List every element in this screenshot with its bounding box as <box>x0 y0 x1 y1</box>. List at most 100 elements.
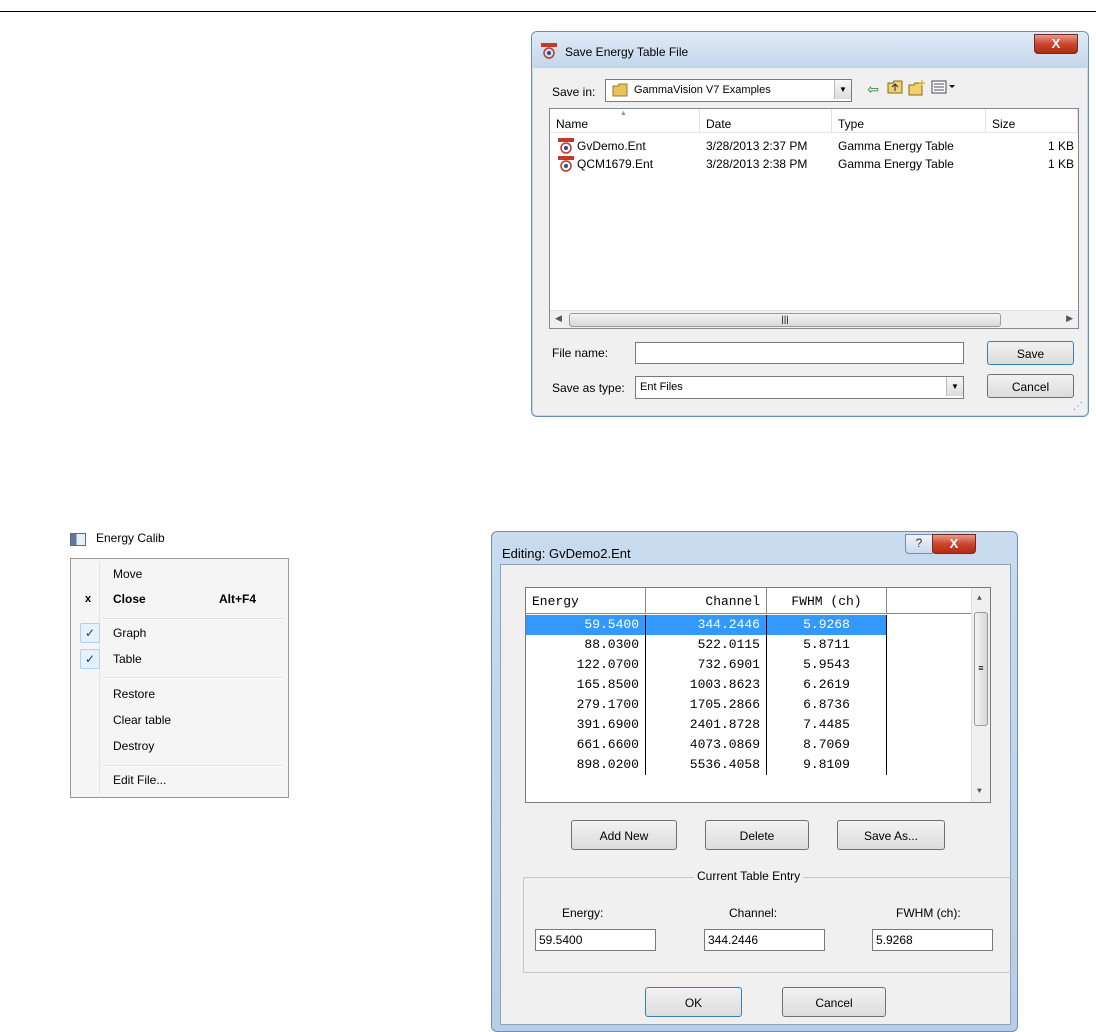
scroll-thumb[interactable]: ≡ <box>974 612 988 726</box>
save-energy-table-dialog: Save Energy Table File X Save in: GammaV… <box>531 31 1089 417</box>
menu-item-clear-table[interactable]: Clear table <box>113 713 171 727</box>
table-cell[interactable]: 122.0700 <box>526 655 646 675</box>
table-cell[interactable]: 279.1700 <box>526 695 646 715</box>
resize-grip-icon[interactable]: ⋰ <box>1073 401 1085 413</box>
close-shortcut: Alt+F4 <box>219 592 257 606</box>
edit-dialog-body: Energy Channel FWHM (ch) 59.5400 344.2446… <box>500 564 1013 1025</box>
save-dialog-close-button[interactable]: X <box>1034 34 1078 54</box>
table-cell[interactable]: 9.8109 <box>767 755 887 775</box>
chevron-down-icon[interactable]: ▼ <box>834 80 851 99</box>
table-cell[interactable]: 59.5400 <box>526 615 646 635</box>
table-cell[interactable]: 4073.0869 <box>646 735 767 755</box>
menu-item-restore[interactable]: Restore <box>113 687 155 701</box>
save-as-type-label: Save as type: <box>552 381 625 395</box>
grid-header-blank <box>887 588 973 614</box>
file-name: GvDemo.Ent <box>577 139 646 153</box>
table-cell[interactable]: 6.2619 <box>767 675 887 695</box>
delete-button[interactable]: Delete <box>705 820 809 850</box>
file-row[interactable]: QCM1679.Ent 3/28/2013 2:38 PM Gamma Ener… <box>550 155 1078 173</box>
add-new-button[interactable]: Add New <box>571 820 677 850</box>
file-type: Gamma Energy Table <box>838 157 954 171</box>
scroll-left-icon[interactable]: ◀ <box>555 313 562 324</box>
table-cell[interactable]: 6.8736 <box>767 695 887 715</box>
menu-separator <box>103 618 283 620</box>
table-cell[interactable]: 7.4485 <box>767 715 887 735</box>
ok-button[interactable]: OK <box>645 987 742 1017</box>
graph-check-icon: ✓ <box>80 623 100 643</box>
menu-item-close[interactable]: Close <box>113 592 146 606</box>
fwhm-input[interactable]: 5.9268 <box>872 929 993 951</box>
table-cell[interactable]: 522.0115 <box>646 635 767 655</box>
table-cell[interactable]: 1705.2866 <box>646 695 767 715</box>
current-table-entry-group: Current Table Entry Energy: Channel: FWH… <box>523 869 1013 973</box>
channel-label: Channel: <box>729 906 778 920</box>
table-cell[interactable]: 391.6900 <box>526 715 646 735</box>
edit-dialog-close-button[interactable]: X <box>932 534 976 554</box>
table-cell[interactable]: 1003.8623 <box>646 675 767 695</box>
menu-item-edit-file[interactable]: Edit File... <box>113 773 166 787</box>
file-list[interactable]: Name ▲ Date Type Size GvDemo.Ent 3/28/20… <box>549 108 1079 329</box>
scroll-right-icon[interactable]: ▶ <box>1066 313 1073 324</box>
scroll-down-icon[interactable]: ▼ <box>977 787 982 796</box>
table-cell[interactable]: 2401.8728 <box>646 715 767 735</box>
folder-icon <box>612 83 628 97</box>
new-folder-icon[interactable] <box>908 80 926 98</box>
energy-table-grid[interactable]: Energy Channel FWHM (ch) 59.5400 344.2446… <box>525 587 991 803</box>
save-as-button[interactable]: Save As... <box>837 820 945 850</box>
help-button[interactable]: ? <box>905 534 933 554</box>
scroll-up-icon[interactable]: ▲ <box>977 594 982 603</box>
grid-header-fwhm[interactable]: FWHM (ch) <box>767 588 887 614</box>
table-cell[interactable]: 5.9268 <box>767 615 887 635</box>
menu-separator <box>103 765 283 767</box>
table-cell[interactable]: 5.9543 <box>767 655 887 675</box>
close-mark-icon: x <box>85 593 92 605</box>
current-table-entry-label: Current Table Entry <box>694 869 804 883</box>
file-size: 1 KB <box>1047 157 1074 171</box>
table-cell[interactable]: 88.0300 <box>526 635 646 655</box>
table-cell[interactable]: 898.0200 <box>526 755 646 775</box>
menu-item-table[interactable]: Table <box>113 652 142 666</box>
column-header-type[interactable]: Type <box>832 109 986 133</box>
energy-calib-title: Energy Calib <box>96 531 165 545</box>
grid-header-channel[interactable]: Channel <box>646 588 767 614</box>
system-context-menu: Move x Close Alt+F4 ✓ Graph ✓ Table Rest… <box>70 558 289 798</box>
page-rule <box>0 11 1096 12</box>
view-menu-icon[interactable] <box>930 80 958 98</box>
file-row[interactable]: GvDemo.Ent 3/28/2013 2:37 PM Gamma Energ… <box>550 137 1078 155</box>
editing-dialog: Editing: GvDemo2.Ent ? X Energy Channel … <box>491 531 1018 1032</box>
file-type: Gamma Energy Table <box>838 139 954 153</box>
sort-ascending-icon: ▲ <box>620 110 627 117</box>
energy-calib-titlebar[interactable]: Energy Calib <box>70 530 176 548</box>
column-header-size[interactable]: Size <box>986 109 1078 133</box>
menu-item-destroy[interactable]: Destroy <box>113 739 154 753</box>
table-cell[interactable]: 5536.4058 <box>646 755 767 775</box>
table-cell[interactable]: 5.8711 <box>767 635 887 655</box>
save-as-type-value: Ent Files <box>640 381 683 393</box>
table-cell[interactable]: 732.6901 <box>646 655 767 675</box>
file-name-input[interactable] <box>635 342 964 364</box>
vertical-scrollbar[interactable]: ▲ ≡ ▼ <box>971 588 990 802</box>
menu-item-graph[interactable]: Graph <box>113 626 146 640</box>
edit-cancel-button[interactable]: Cancel <box>782 987 886 1017</box>
back-arrow-icon[interactable]: ⇦ <box>864 80 882 98</box>
table-cell[interactable]: 661.6600 <box>526 735 646 755</box>
cancel-button[interactable]: Cancel <box>987 374 1074 398</box>
horizontal-scrollbar[interactable]: ◀ ||| ▶ <box>550 310 1078 328</box>
menu-item-move[interactable]: Move <box>113 567 142 581</box>
save-in-combo[interactable]: GammaVision V7 Examples ▼ <box>605 79 852 102</box>
column-header-date[interactable]: Date <box>700 109 832 133</box>
scroll-thumb[interactable]: ||| <box>569 313 1001 327</box>
grid-header-energy[interactable]: Energy <box>526 588 646 614</box>
table-cell[interactable]: 165.8500 <box>526 675 646 695</box>
channel-input[interactable]: 344.2446 <box>704 929 825 951</box>
chevron-down-icon[interactable]: ▼ <box>946 377 963 396</box>
save-as-type-select[interactable]: Ent Files ▼ <box>635 376 964 399</box>
table-cell[interactable]: 344.2446 <box>646 615 767 635</box>
table-cell[interactable]: 8.7069 <box>767 735 887 755</box>
file-size: 1 KB <box>1047 139 1074 153</box>
save-button[interactable]: Save <box>987 341 1074 365</box>
up-folder-icon[interactable] <box>886 80 904 98</box>
save-dialog-titlebar[interactable]: Save Energy Table File X <box>532 32 1088 68</box>
file-name: QCM1679.Ent <box>577 157 654 171</box>
energy-input[interactable]: 59.5400 <box>535 929 656 951</box>
